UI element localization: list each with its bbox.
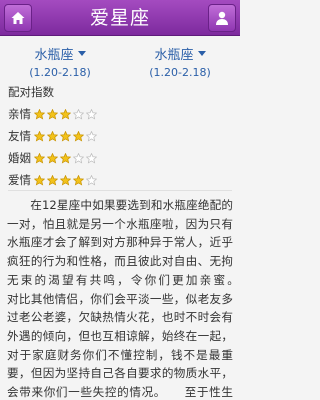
- star-rating: [34, 130, 97, 142]
- star-empty-icon: [86, 152, 97, 164]
- star-filled-icon: [47, 130, 58, 142]
- star-filled-icon: [60, 130, 71, 142]
- star-filled-icon: [73, 130, 84, 142]
- divider: [8, 190, 232, 191]
- rating-label: 爱情: [8, 173, 31, 187]
- star-filled-icon: [34, 152, 45, 164]
- star-filled-icon: [34, 174, 45, 186]
- sign-selector-left[interactable]: 水瓶座 (1.20-2.18): [0, 44, 120, 79]
- star-filled-icon: [47, 174, 58, 186]
- star-filled-icon: [47, 108, 58, 120]
- match-index-label: 配对指数: [8, 85, 54, 99]
- chevron-down-icon: [77, 51, 86, 56]
- home-button[interactable]: [4, 4, 32, 32]
- home-icon: [11, 12, 25, 24]
- sign-selector-right-range: (1.20-2.18): [149, 66, 211, 79]
- app-title: 爱星座: [89, 7, 150, 29]
- rating-row-love: 爱情: [8, 170, 97, 190]
- user-icon: [216, 11, 228, 25]
- app-header: 爱星座: [0, 0, 240, 36]
- match-description: 在12星座中如果要选到和水瓶座绝配的一对，怕且就是另一个水瓶座啦，因为只有水瓶座…: [7, 198, 256, 400]
- user-button[interactable]: [208, 4, 236, 32]
- star-filled-icon: [34, 130, 45, 142]
- rating-label: 亲情: [8, 107, 31, 121]
- star-rating: [34, 174, 97, 186]
- star-filled-icon: [47, 152, 58, 164]
- sign-selector-right[interactable]: 水瓶座 (1.20-2.18): [120, 44, 240, 79]
- sign-selector-right-name: 水瓶座: [154, 48, 194, 63]
- rating-row-friendship: 友情: [8, 126, 97, 146]
- rating-row-family: 亲情: [8, 104, 97, 124]
- sign-selector-left-range: (1.20-2.18): [29, 66, 91, 79]
- star-rating: [34, 152, 97, 164]
- rating-label: 友情: [8, 129, 31, 143]
- star-filled-icon: [34, 108, 45, 120]
- star-empty-icon: [73, 108, 84, 120]
- star-filled-icon: [60, 108, 71, 120]
- star-filled-icon: [60, 152, 71, 164]
- star-empty-icon: [86, 174, 97, 186]
- rating-row-marriage: 婚姻: [8, 148, 97, 168]
- chevron-down-icon: [197, 51, 206, 56]
- sign-selector-left-name: 水瓶座: [34, 48, 74, 63]
- rating-label: 婚姻: [8, 151, 31, 165]
- star-empty-icon: [86, 108, 97, 120]
- star-empty-icon: [86, 130, 97, 142]
- star-rating: [34, 108, 97, 120]
- star-filled-icon: [73, 174, 84, 186]
- star-empty-icon: [73, 152, 84, 164]
- star-filled-icon: [60, 174, 71, 186]
